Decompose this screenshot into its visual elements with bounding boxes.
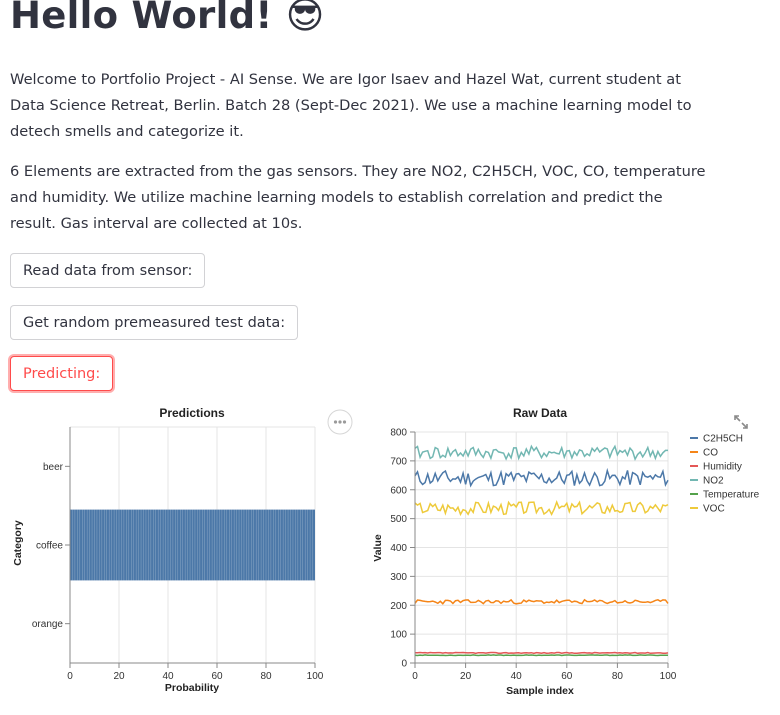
y-tick-label: 500 <box>390 514 407 525</box>
y-tick-label: 300 <box>390 572 407 583</box>
legend-label-co: CO <box>703 448 718 459</box>
category-label-beer: beer <box>43 462 64 473</box>
series-line-humidity <box>414 651 669 655</box>
series-line-c2h5ch <box>414 467 669 488</box>
intro-paragraph: Welcome to Portfolio Project - AI Sense.… <box>10 71 692 140</box>
x-tick-label: 0 <box>67 671 73 682</box>
category-label-coffee: coffee <box>36 541 63 552</box>
series-line-voc <box>414 500 669 517</box>
legend-label-humidity: Humidity <box>703 462 742 473</box>
x-tick-label: 40 <box>162 671 174 682</box>
x-tick-label: 20 <box>113 671 125 682</box>
more-horizontal-icon <box>327 409 353 435</box>
legend-label-no2: NO2 <box>703 476 724 487</box>
x-tick-label: 100 <box>660 671 677 682</box>
y-tick-label: 100 <box>390 630 407 641</box>
page-title: Hello World! 😎 <box>10 0 325 37</box>
y-tick-label: 200 <box>390 601 407 612</box>
x-tick-label: 80 <box>260 671 272 682</box>
series-line-co <box>414 598 669 605</box>
x-tick-label: 60 <box>211 671 223 682</box>
category-label-orange: orange <box>32 619 64 630</box>
raw-data-chart: Raw Data 0 20 40 60 80 100 0 100 200 300 400 500 600… <box>372 406 760 697</box>
sensor-paragraph: 6 Elements are extracted from the gas se… <box>10 163 706 232</box>
legend-label-c2h5ch: C2H5CH <box>703 434 743 445</box>
y-tick-label: 800 <box>390 428 407 439</box>
series-line-no2 <box>414 444 668 462</box>
y-tick-label: 400 <box>390 543 407 554</box>
x-tick-label: 100 <box>307 671 324 682</box>
raw-x-axis-label: Sample index <box>506 685 574 697</box>
predictions-y-axis-label: Category <box>12 520 24 566</box>
x-tick-label: 20 <box>460 671 472 682</box>
read-sensor-button[interactable]: Read data from sensor: <box>10 253 206 288</box>
predictions-chart: Predictions 0 20 40 60 80 100 beer coffee orange… <box>12 406 324 694</box>
predictions-x-axis-label: Probability <box>165 682 219 694</box>
fullscreen-expand-icon <box>734 415 748 429</box>
x-tick-label: 80 <box>612 671 624 682</box>
x-tick-label: 40 <box>511 671 523 682</box>
fullscreen-button[interactable] <box>733 414 749 430</box>
y-tick-label: 0 <box>401 659 407 670</box>
legend-label-voc: VOC <box>703 504 725 515</box>
x-tick-label: 0 <box>412 671 418 682</box>
legend-label-temperature: Temperature <box>703 490 760 501</box>
y-tick-label: 600 <box>390 485 407 496</box>
y-tick-label: 700 <box>390 456 407 467</box>
series-line-temperature <box>414 654 669 657</box>
raw-y-axis-label: Value <box>372 534 384 562</box>
more-options-button[interactable] <box>327 409 353 435</box>
raw-data-chart-title: Raw Data <box>513 406 567 420</box>
predictions-chart-title: Predictions <box>159 406 225 420</box>
x-tick-label: 60 <box>561 671 573 682</box>
random-test-data-button[interactable]: Get random premeasured test data: <box>10 305 299 340</box>
predicting-button[interactable]: Predicting: <box>10 356 114 391</box>
